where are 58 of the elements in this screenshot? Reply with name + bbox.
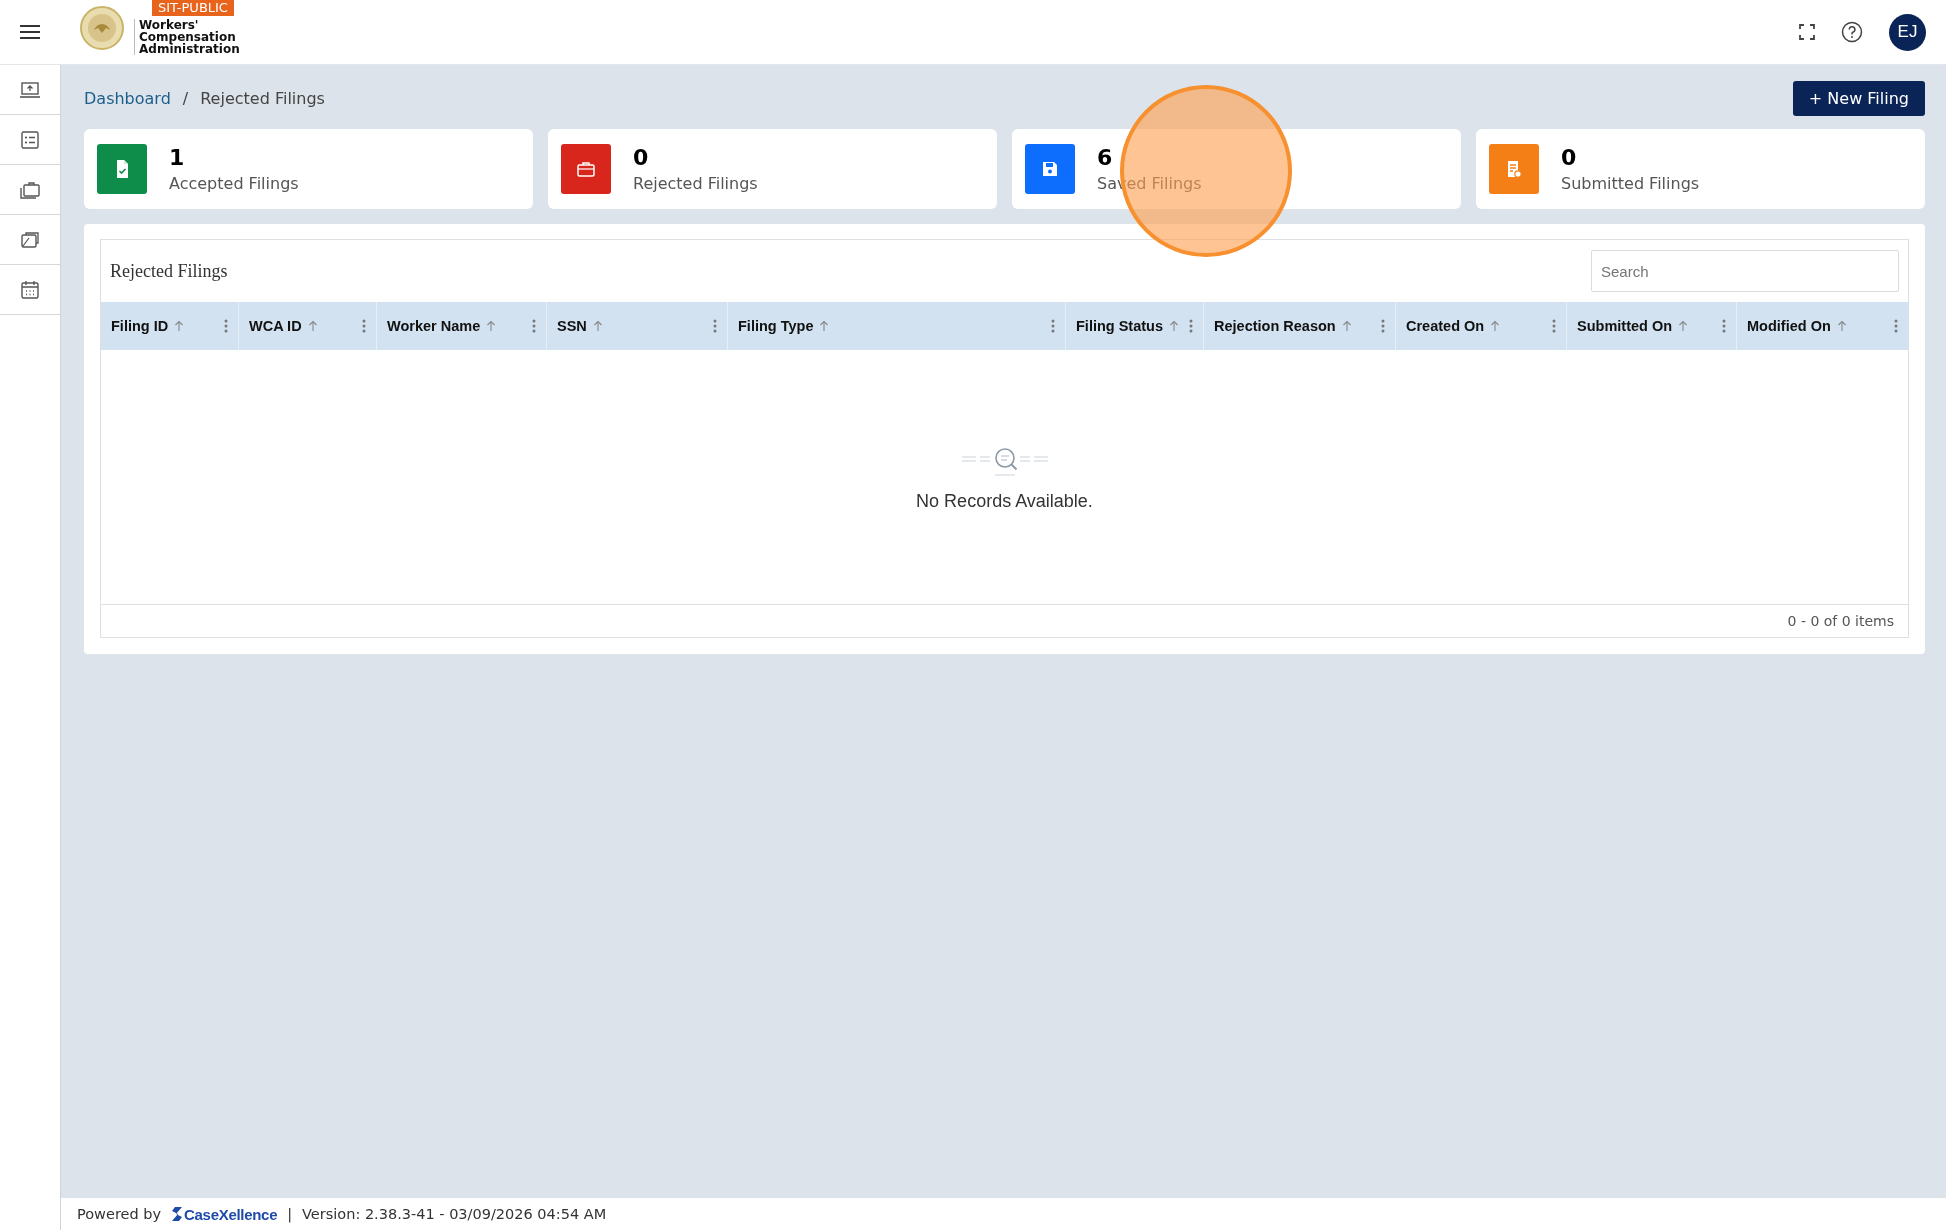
column-menu-icon[interactable] (362, 319, 366, 333)
column-header[interactable]: Rejection Reason (1214, 318, 1336, 334)
column-header[interactable]: Created On (1406, 318, 1485, 334)
column-header[interactable]: Modified On (1747, 318, 1831, 334)
stat-label: Accepted Filings (169, 174, 299, 193)
grid-title: Rejected Filings (110, 260, 228, 282)
column-menu-icon[interactable] (532, 319, 536, 333)
column-header[interactable]: Worker Name (387, 318, 481, 334)
sort-arrow-icon[interactable] (592, 320, 603, 332)
stat-card[interactable]: 1 Accepted Filings (84, 129, 533, 209)
sort-arrow-icon[interactable] (174, 320, 185, 332)
column-menu-icon[interactable] (1381, 319, 1385, 333)
new-filing-button[interactable]: + New Filing (1792, 80, 1925, 116)
help-icon[interactable] (1841, 21, 1863, 43)
sort-arrow-icon[interactable] (819, 320, 830, 332)
column-header[interactable]: Filing ID (111, 318, 169, 334)
stat-count: 0 (1561, 145, 1578, 170)
environment-badge: SIT-PUBLIC (152, 0, 234, 16)
sort-arrow-icon[interactable] (1836, 320, 1847, 332)
stat-card[interactable]: 0 Submitted Filings (1476, 129, 1925, 209)
stat-count: 0 (633, 145, 650, 170)
footer-separator: | (287, 1206, 293, 1222)
brand-logo: CaseXellence (171, 1205, 278, 1223)
fullscreen-icon[interactable] (1799, 24, 1815, 40)
column-menu-icon[interactable] (1894, 319, 1898, 333)
sort-arrow-icon[interactable] (1490, 320, 1501, 332)
search-field[interactable]: Search (1591, 250, 1899, 292)
stat-count: 1 (169, 145, 186, 170)
sort-arrow-icon[interactable] (1678, 320, 1689, 332)
column-menu-icon[interactable] (1722, 319, 1726, 333)
sort-arrow-icon[interactable] (486, 320, 497, 332)
breadcrumb-current: Rejected Filings (200, 88, 325, 108)
column-menu-icon[interactable] (713, 319, 717, 333)
organization-name: Workers' Compensation Administration (134, 19, 251, 55)
column-header[interactable]: WCA ID (249, 318, 302, 334)
version-text: Version: 2.38.3-41 - 03/09/2026 04:54 AM (302, 1206, 607, 1222)
stat-label: Submitted Filings (1561, 174, 1700, 193)
column-menu-icon[interactable] (1051, 319, 1055, 333)
column-menu-icon[interactable] (224, 319, 228, 333)
stat-label: Rejected Filings (633, 174, 758, 193)
stat-count: 6 (1097, 145, 1114, 170)
user-avatar[interactable]: EJ (1889, 13, 1926, 51)
menu-icon (19, 24, 41, 40)
column-menu-icon[interactable] (1552, 319, 1556, 333)
column-header[interactable]: Submitted On (1577, 318, 1673, 334)
breadcrumb-link[interactable]: Dashboard (84, 88, 171, 108)
powered-by-text: Powered by (77, 1206, 162, 1222)
breadcrumb-separator: / (182, 88, 189, 108)
column-menu-icon[interactable] (1189, 319, 1193, 333)
pager-info: 0 - 0 of 0 items (1787, 613, 1894, 629)
empty-message: No Records Available. (916, 490, 1093, 512)
stat-card[interactable]: 0 Rejected Filings (548, 129, 997, 209)
sort-arrow-icon[interactable] (1341, 320, 1352, 332)
sort-arrow-icon[interactable] (1169, 320, 1179, 332)
sort-arrow-icon[interactable] (307, 320, 318, 332)
column-header[interactable]: SSN (557, 318, 587, 334)
column-header[interactable]: Filing Type (738, 318, 814, 334)
column-header[interactable]: Filing Status (1076, 318, 1163, 334)
